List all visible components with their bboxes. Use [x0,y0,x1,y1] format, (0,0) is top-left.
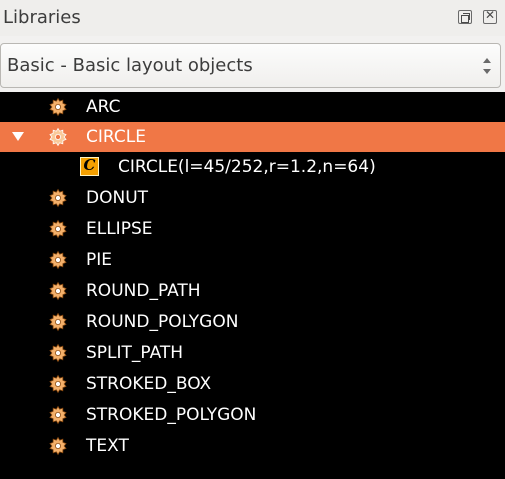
tree-item-label: STROKED_BOX [86,374,212,394]
tree-item-label: CIRCLE [86,127,146,147]
tree-item-label: ROUND_POLYGON [86,312,239,332]
tree-item-round-path[interactable]: ROUND_PATH [0,276,505,306]
library-select[interactable]: Basic - Basic layout objects [0,43,501,88]
gear-icon [49,343,67,363]
tree-item-donut[interactable]: DONUT [0,183,505,213]
library-select-value: Basic - Basic layout objects [7,55,253,76]
gear-icon [49,188,67,208]
float-panel-icon[interactable] [458,10,472,24]
libraries-panel: Libraries ✕ Basic - Basic layout objects… [0,0,505,479]
gear-icon [49,219,67,239]
tree-item-stroked-box[interactable]: STROKED_BOX [0,369,505,399]
tree-item-circle-variant[interactable]: C CIRCLE(l=45/252,r=1.2,n=64) [0,152,505,182]
tree-item-stroked-polygon[interactable]: STROKED_POLYGON [0,400,505,430]
close-panel-icon[interactable]: ✕ [483,8,497,24]
tree-item-label: STROKED_POLYGON [86,405,257,425]
gear-icon [49,436,67,456]
tree-item-label: TEXT [86,436,129,456]
tree-item-ellipse[interactable]: ELLIPSE [0,214,505,244]
panel-titlebar: Libraries ✕ [0,0,505,36]
tree-item-label: ROUND_PATH [86,281,201,301]
tree-item-label: SPLIT_PATH [86,343,184,363]
tree-item-label: ARC [86,97,121,117]
tree-item-pie[interactable]: PIE [0,245,505,275]
gear-icon [49,312,67,332]
tree-item-split-path[interactable]: SPLIT_PATH [0,338,505,368]
gear-icon [49,250,67,270]
gear-icon [49,281,67,301]
tree-item-label: CIRCLE(l=45/252,r=1.2,n=64) [118,157,376,177]
tree-item-arc[interactable]: ARC [0,92,505,122]
library-cell-tree: ARC CIRCLE C CIRCLE(l=45/252,r=1.2,n=64) [0,92,505,479]
tree-item-label: PIE [86,250,113,270]
expanded-arrow-icon[interactable] [12,132,24,141]
c-component-icon: C [80,156,99,176]
tree-item-text[interactable]: TEXT [0,431,505,461]
gear-icon [49,127,67,147]
tree-item-label: DONUT [86,188,149,208]
tree-item-circle[interactable]: CIRCLE [0,122,505,152]
panel-title: Libraries [3,7,81,28]
gear-icon [49,374,67,394]
gear-icon [49,405,67,425]
tree-item-label: ELLIPSE [86,219,153,239]
gear-icon [49,97,67,117]
tree-item-round-polygon[interactable]: ROUND_POLYGON [0,307,505,337]
updown-arrows-icon [483,58,491,76]
